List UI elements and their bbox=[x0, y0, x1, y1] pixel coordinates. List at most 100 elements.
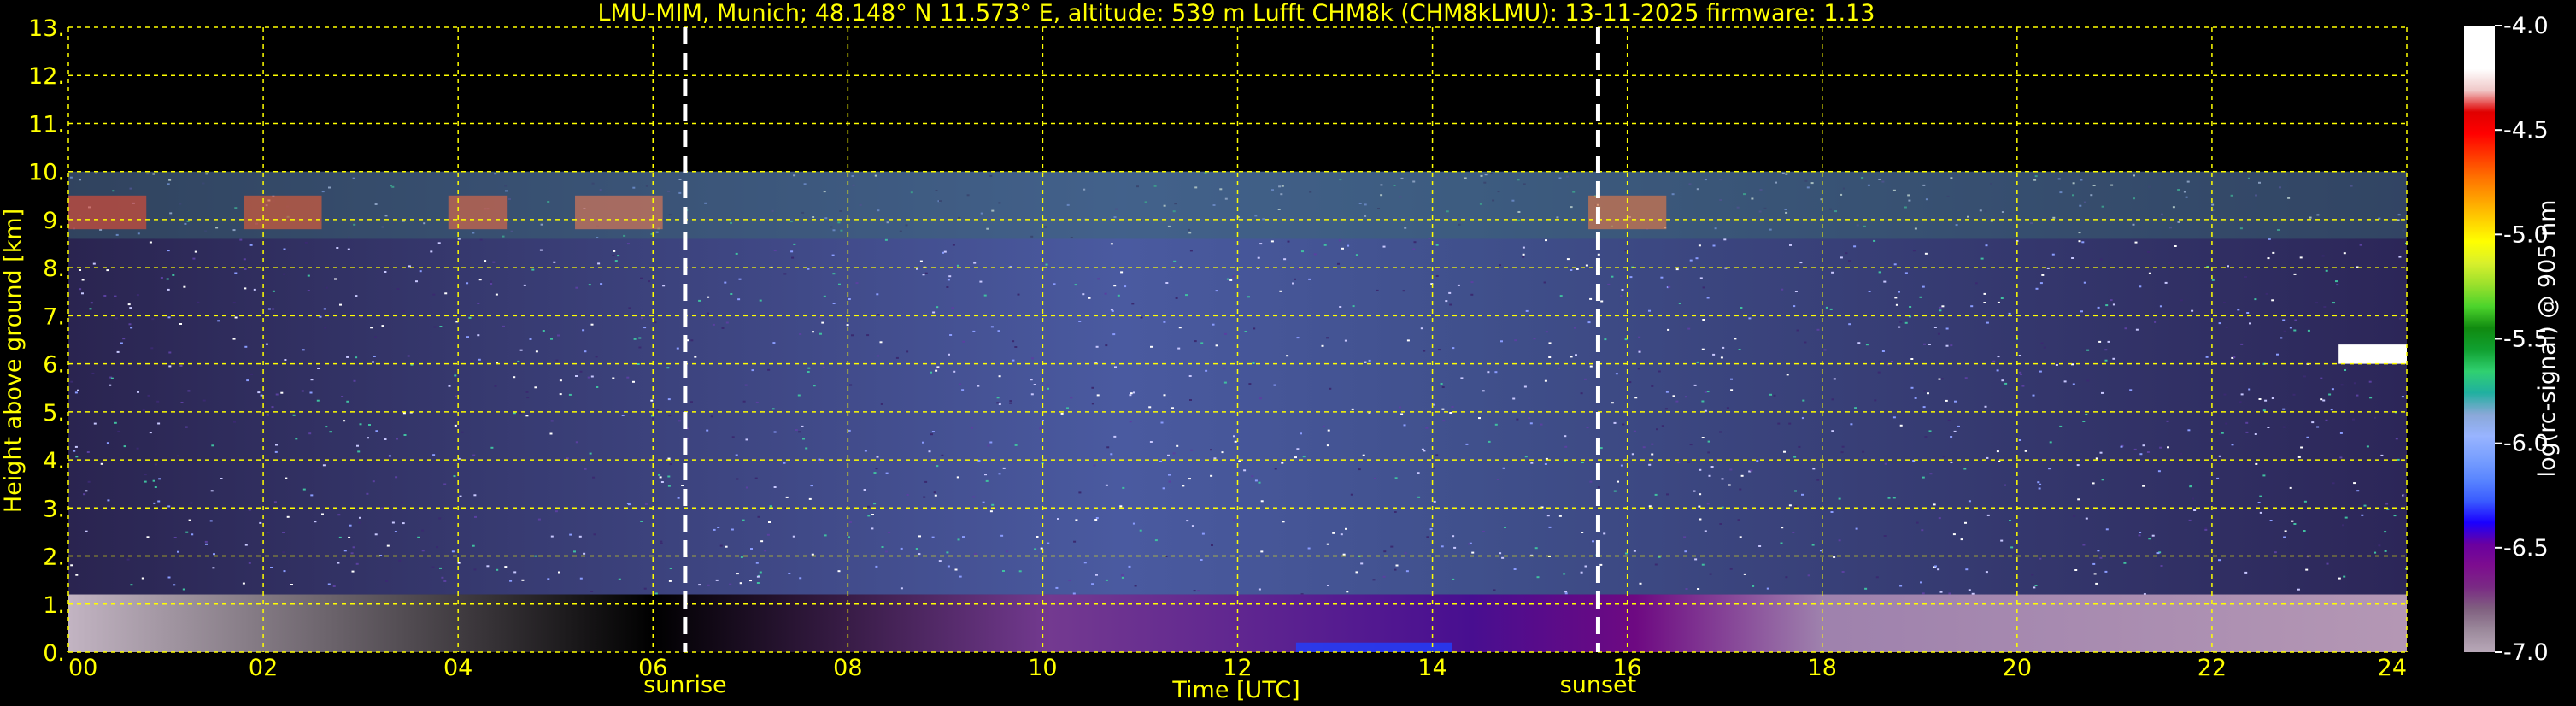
speckle-dot bbox=[173, 537, 177, 538]
speckle-dot bbox=[327, 583, 331, 585]
speckle-dot bbox=[2187, 429, 2191, 432]
speckle-dot bbox=[308, 432, 312, 435]
speckle-dot bbox=[951, 307, 954, 309]
speckle-dot bbox=[509, 580, 513, 582]
speckle-dot bbox=[1829, 308, 1833, 310]
speckle-dot bbox=[168, 351, 172, 354]
speckle-dot bbox=[756, 582, 760, 584]
speckle-dot bbox=[1465, 443, 1469, 445]
speckle-dot bbox=[1971, 592, 1975, 595]
speckle-dot bbox=[759, 571, 762, 574]
speckle-dot bbox=[2322, 399, 2326, 402]
speckle-dot bbox=[831, 254, 835, 256]
speckle-dot bbox=[126, 558, 130, 561]
speckle-dot bbox=[394, 531, 397, 532]
speckle-dot bbox=[1362, 454, 1365, 456]
speckle-dot bbox=[253, 288, 256, 291]
speckle-dot bbox=[906, 494, 909, 496]
speckle-dot bbox=[644, 503, 648, 505]
speckle-dot bbox=[1210, 474, 1213, 477]
speckle-dot bbox=[1524, 456, 1528, 458]
speckle-dot bbox=[626, 243, 630, 245]
speckle-dot bbox=[916, 268, 918, 270]
speckle-dot bbox=[871, 514, 874, 515]
speckle-dot bbox=[204, 540, 208, 543]
speckle-dot bbox=[1095, 345, 1099, 348]
speckle-dot bbox=[220, 478, 223, 479]
speckle-dot bbox=[1442, 420, 1446, 422]
speckle-dot bbox=[2255, 505, 2258, 508]
speckle-dot bbox=[374, 336, 377, 338]
speckle-dot bbox=[1223, 367, 1226, 369]
speckle-dot bbox=[325, 426, 328, 428]
speckle-dot bbox=[583, 552, 586, 555]
speckle-dot bbox=[811, 553, 814, 556]
speckle-dot bbox=[1566, 258, 1570, 261]
speckle-dot bbox=[1654, 493, 1658, 496]
speckle-dot bbox=[1928, 344, 1931, 345]
speckle-dot bbox=[687, 438, 689, 440]
speckle-dot bbox=[656, 409, 660, 411]
cirrus-patch bbox=[448, 195, 508, 230]
speckle-dot bbox=[525, 391, 529, 393]
speckle-dot bbox=[658, 474, 661, 476]
speckle-dot bbox=[1435, 244, 1439, 246]
speckle-dot bbox=[202, 399, 206, 402]
speckle-dot bbox=[731, 528, 734, 531]
speckle-dot bbox=[1933, 503, 1936, 506]
speckle-dot bbox=[1347, 244, 1350, 247]
speckle-dot bbox=[1544, 463, 1547, 465]
speckle-dot bbox=[2218, 433, 2221, 435]
speckle-dot bbox=[1743, 573, 1746, 575]
speckle-dot bbox=[1223, 381, 1227, 384]
speckle-dot bbox=[1683, 536, 1687, 538]
speckle-dot bbox=[173, 584, 176, 586]
speckle-dot bbox=[1402, 290, 1405, 292]
speckle-dot bbox=[1722, 346, 1725, 349]
speckle-dot bbox=[1163, 394, 1166, 397]
speckle-dot bbox=[768, 521, 771, 523]
speckle-dot bbox=[2316, 426, 2320, 428]
speckle-dot bbox=[698, 299, 701, 302]
speckle-dot bbox=[2384, 550, 2387, 552]
speckle-dot bbox=[612, 254, 615, 256]
speckle-dot bbox=[1899, 424, 1903, 427]
speckle-dot bbox=[638, 337, 642, 339]
speckle-dot bbox=[669, 463, 672, 466]
speckle-dot bbox=[772, 408, 775, 410]
speckle-dot bbox=[819, 316, 822, 319]
speckle-dot bbox=[492, 261, 496, 263]
speckle-dot bbox=[380, 507, 384, 509]
speckle-dot bbox=[486, 565, 490, 568]
speckle-dot bbox=[837, 570, 841, 573]
speckle-dot bbox=[1394, 477, 1398, 479]
speckle-dot bbox=[2154, 321, 2157, 323]
speckle-dot bbox=[484, 260, 487, 262]
speckle-dot bbox=[2180, 452, 2183, 455]
speckle-dot bbox=[517, 360, 520, 362]
speckle-dot bbox=[478, 279, 482, 281]
speckle-dot bbox=[286, 515, 290, 518]
speckle-dot bbox=[1720, 356, 1723, 359]
speckle-dot bbox=[472, 544, 475, 547]
speckle-dot bbox=[1496, 479, 1499, 480]
speckle-dot bbox=[1812, 468, 1816, 470]
speckle-dot bbox=[1564, 592, 1568, 595]
speckle-dot bbox=[2332, 482, 2335, 485]
speckle-dot bbox=[1970, 305, 1974, 308]
speckle-dot bbox=[526, 397, 530, 399]
speckle-dot bbox=[2009, 520, 2011, 521]
speckle-dot bbox=[1939, 309, 1942, 312]
speckle-dot bbox=[2307, 329, 2310, 332]
speckle-dot bbox=[160, 277, 163, 279]
speckle-dot bbox=[468, 316, 472, 319]
speckle-dot bbox=[2267, 257, 2270, 260]
speckle-dot bbox=[1482, 530, 1485, 532]
speckle-dot bbox=[2051, 253, 2055, 256]
speckle-dot bbox=[1695, 257, 1699, 260]
speckle-dot bbox=[2338, 577, 2341, 580]
speckle-dot bbox=[1171, 407, 1174, 409]
speckle-dot bbox=[466, 336, 469, 338]
speckle-dot bbox=[736, 573, 739, 575]
speckle-dot bbox=[346, 356, 349, 358]
